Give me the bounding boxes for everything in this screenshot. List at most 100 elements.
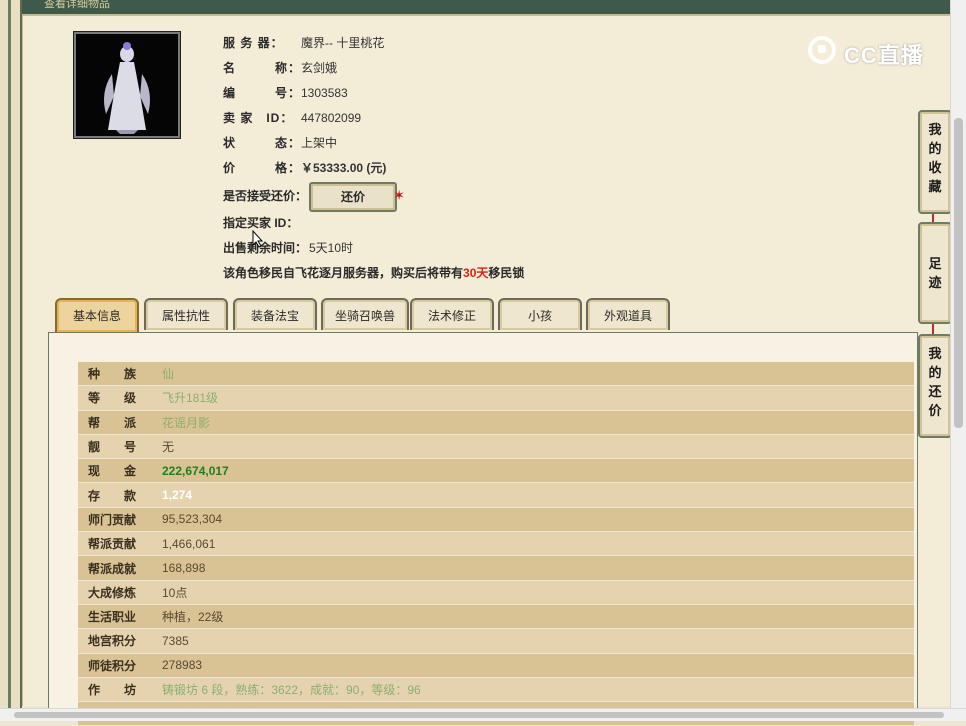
price-row: 价 格：￥53333.00 (元)	[223, 159, 386, 177]
attr-key: 帮派成就	[78, 555, 152, 581]
price-label: 价 格：	[223, 161, 302, 175]
footprints-label: 足迹	[928, 256, 942, 290]
attr-key: 等 级	[78, 385, 152, 411]
attr-value: 花谣月影	[152, 410, 914, 435]
table-row: 靓 号无	[78, 434, 914, 460]
my-counter-offers-label: 我的还价	[928, 346, 942, 418]
attr-value: 222,674,017	[152, 458, 914, 484]
table-row: 现 金 222,674,017	[78, 458, 914, 484]
my-favorites-button[interactable]: 我的收藏	[918, 110, 952, 214]
watermark-text: CC直播	[844, 43, 924, 68]
left-frame	[0, 0, 22, 720]
attr-value: 无	[152, 434, 914, 460]
attr-value: 种植，22级	[152, 604, 914, 630]
tab-basic-info[interactable]: 基本信息	[55, 298, 139, 332]
table-row: 大成修炼 10点	[78, 580, 914, 605]
character-portrait	[74, 32, 180, 138]
seller-row: 卖 家 ID： 447802099	[223, 109, 361, 127]
attr-key: 作 坊	[78, 677, 152, 703]
cc-logo-icon	[808, 36, 836, 64]
attr-value: 1,466,061	[152, 531, 914, 557]
table-row: 存 款 1,274	[78, 482, 914, 508]
tab-label: 外观道具	[603, 309, 652, 323]
migration-notice-text: 该角色移民自飞花逐月服务器，购买后将带有	[223, 266, 464, 280]
seller-label: 卖 家 ID：	[223, 111, 294, 125]
status-row: 状 态：上架中	[223, 134, 337, 152]
tab-label: 小孩	[527, 309, 552, 323]
mouse-pointer-icon	[252, 230, 264, 248]
tab-children[interactable]: 小孩	[498, 298, 582, 330]
table-row: 等 级飞升181级	[78, 385, 914, 411]
attr-value: 铸锻坊 6 段，熟练：3622，成就：90，等级：96	[152, 677, 914, 703]
server-label: 服 务 器：	[223, 36, 284, 50]
name-value: 玄剑娥	[301, 61, 338, 75]
remaining-time-row: 出售剩余时间： 5天10时	[223, 239, 353, 257]
attr-key: 种 族	[78, 362, 152, 387]
table-row: 帮派贡献 1,466,061	[78, 531, 914, 557]
status-label: 状 态：	[223, 136, 302, 150]
table-row: 师门贡献 95,523,304	[78, 507, 914, 533]
attributes-table: 种 族仙 等 级飞升181级 帮 派花谣月影 靓 号无 现 金 222,674,0…	[78, 362, 914, 726]
attr-key: 现 金	[78, 458, 152, 484]
status-value: 上架中	[301, 136, 338, 150]
vertical-scrollbar[interactable]	[950, 0, 966, 708]
attr-key: 师门贡献	[78, 507, 152, 533]
my-favorites-label: 我的收藏	[928, 122, 942, 194]
attr-value: 仙	[152, 362, 914, 387]
tab-mounts-pets[interactable]: 坐骑召唤兽	[321, 298, 409, 330]
attr-value: 1,274	[152, 482, 914, 508]
code-label: 编 号：	[223, 86, 302, 100]
cc-live-watermark: CC直播	[808, 30, 940, 72]
code-row: 编 号：1303583	[223, 84, 348, 102]
tab-label: 基本信息	[72, 309, 121, 323]
migration-lock-days: 30天	[463, 266, 489, 280]
counter-offer-row: 是否接受还价：	[223, 187, 307, 205]
price-value: ￥53333.00 (元)	[301, 161, 387, 175]
migration-notice-suffix: 移民锁	[488, 266, 525, 280]
counter-offer-button[interactable]: 还价 ✶	[309, 182, 405, 212]
attr-key: 大成修炼	[78, 580, 152, 605]
tab-spell-correction[interactable]: 法术修正	[410, 298, 494, 330]
attr-key: 存 款	[78, 482, 152, 508]
server-row: 服 务 器： 魔界-- 十里桃花	[223, 34, 384, 52]
attr-key: 靓 号	[78, 434, 152, 460]
character-figure-image	[104, 42, 150, 134]
server-value: 魔界-- 十里桃花	[301, 36, 385, 50]
attr-value: 7385	[152, 628, 914, 654]
tab-label: 坐骑召唤兽	[334, 309, 395, 323]
name-label: 名 称：	[223, 61, 302, 75]
window-header: 查看详细物品	[22, 0, 950, 16]
migration-notice: 该角色移民自飞花逐月服务器，购买后将带有30天移民锁	[223, 264, 524, 281]
horizontal-scrollbar[interactable]	[0, 708, 966, 721]
my-counter-offers-button[interactable]: 我的还价	[918, 334, 952, 438]
table-row: 种 族仙	[78, 362, 914, 387]
horizontal-scroll-thumb[interactable]	[14, 712, 944, 718]
remaining-time-label: 出售剩余时间：	[223, 241, 308, 255]
attr-key: 帮派贡献	[78, 531, 152, 557]
tab-attributes[interactable]: 属性抗性	[144, 298, 228, 330]
attr-value: 168,898	[152, 555, 914, 581]
counter-offer-label: 是否接受还价：	[223, 189, 308, 203]
vertical-scroll-thumb[interactable]	[954, 118, 963, 428]
table-row: 生活职业 种植，22级	[78, 604, 914, 630]
attr-key: 地宫积分	[78, 628, 152, 654]
tab-label: 装备法宝	[250, 309, 299, 323]
name-row: 名 称：玄剑娥	[223, 59, 337, 77]
tab-appearance[interactable]: 外观道具	[586, 298, 670, 330]
seller-value: 447802099	[301, 111, 362, 125]
attr-value: 95,523,304	[152, 507, 914, 533]
attr-key: 师徒积分	[78, 653, 152, 678]
attr-value: 飞升181级	[152, 385, 914, 411]
table-row: 师徒积分 278983	[78, 653, 914, 678]
remaining-time-value: 5天10时	[309, 241, 354, 255]
tab-label: 属性抗性	[161, 309, 210, 323]
tab-label: 法术修正	[427, 309, 476, 323]
tab-equipment[interactable]: 装备法宝	[233, 298, 317, 330]
table-row: 帮派成就 168,898	[78, 555, 914, 581]
attr-key: 生活职业	[78, 604, 152, 630]
required-star-icon: ✶	[393, 187, 405, 203]
footprints-button[interactable]: 足迹	[918, 222, 952, 324]
attr-key: 帮 派	[78, 410, 152, 435]
attr-value: 10点	[152, 580, 914, 605]
counter-offer-button-label: 还价	[340, 190, 365, 204]
